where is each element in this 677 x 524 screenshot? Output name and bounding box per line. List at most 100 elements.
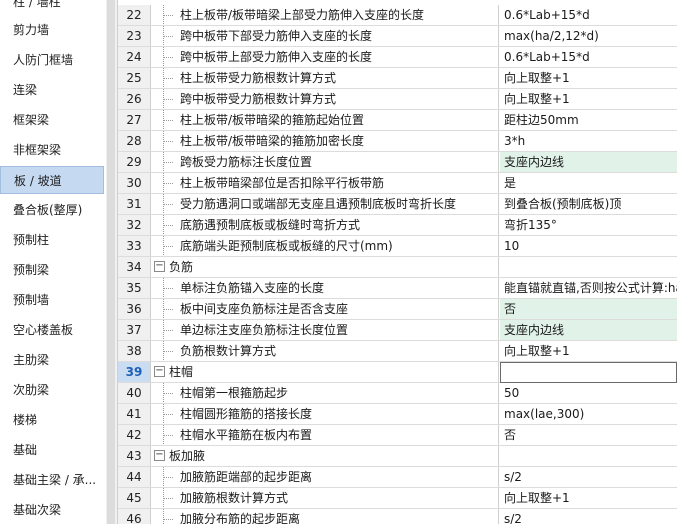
property-value-cell[interactable]: 0.6*Lab+15*d [500,5,677,25]
property-label: 跨板受力筋标注长度位置 [180,155,313,169]
table-row[interactable]: 30 柱上板带暗梁部位是否扣除平行板带筋 是 [118,173,677,194]
row-number: 30 [118,173,151,193]
tree-branch [163,99,173,101]
property-value-cell[interactable]: s/2 [500,467,677,487]
property-value-cell[interactable]: 距柱边50mm [500,110,677,130]
group-row[interactable]: 34− 负筋 [118,257,677,278]
table-row[interactable]: 26 跨中板带受力筋根数计算方式 向上取整+1 [118,89,677,110]
collapse-toggle-icon[interactable]: − [154,450,165,461]
property-label: 跨中板带受力筋根数计算方式 [180,92,337,106]
sidebar-item[interactable]: 基础主梁 / 承... [0,466,104,494]
property-value-cell[interactable]: 支座内边线 [500,320,677,340]
sidebar-item[interactable]: 基础次梁 [0,496,104,524]
tree-branch [163,204,173,206]
property-name-cell: 加腋筋根数计算方式 [151,488,499,508]
sidebar-item[interactable]: 预制梁 [0,256,104,284]
table-row[interactable]: 44 加腋筋距端部的起步距离 s/2 [118,467,677,488]
sidebar-item[interactable]: 连梁 [0,76,104,104]
table-row[interactable]: 25 柱上板带受力筋根数计算方式 向上取整+1 [118,68,677,89]
property-value-cell[interactable]: max(lae,300) [500,404,677,424]
sidebar-item[interactable]: 板 / 坡道 [0,166,104,194]
table-row[interactable]: 41 柱帽圆形箍筋的搭接长度 max(lae,300) [118,404,677,425]
row-number: 37 [118,320,151,340]
group-row[interactable]: 43− 板加腋 [118,446,677,467]
value-edit-field[interactable] [500,362,677,383]
property-value-cell[interactable] [500,446,677,466]
property-label: 加腋分布筋的起步距离 [180,512,301,524]
property-name-cell: 单边标注支座负筋标注长度位置 [151,320,499,340]
sidebar-item[interactable]: 主肋梁 [0,346,104,374]
row-number: 26 [118,89,151,109]
table-row[interactable]: 37 单边标注支座负筋标注长度位置 支座内边线 [118,320,677,341]
sidebar-item[interactable]: 叠合板(整厚) [0,196,104,224]
sidebar-item[interactable]: 楼梯 [0,406,104,434]
table-row[interactable]: 33 底筋端头距预制底板或板缝的尺寸(mm) 10 [118,236,677,257]
sidebar-item[interactable]: 非框架梁 [0,136,104,164]
tree-branch [163,477,173,479]
tree-branch [163,246,173,248]
property-value-cell[interactable]: 否 [500,299,677,319]
property-label: 加腋筋根数计算方式 [180,491,289,505]
table-row[interactable]: 38 负筋根数计算方式 向上取整+1 [118,341,677,362]
property-value-cell[interactable]: 向上取整+1 [500,68,677,88]
table-row[interactable]: 42 柱帽水平箍筋在板内布置 否 [118,425,677,446]
property-value-cell[interactable]: s/2 [500,509,677,524]
row-number: 38 [118,341,151,361]
sidebar-item[interactable]: 次肋梁 [0,376,104,404]
row-number: 29 [118,152,151,172]
property-name-cell: 柱帽圆形箍筋的搭接长度 [151,404,499,424]
property-value-cell[interactable]: 弯折135° [500,215,677,235]
sidebar-item[interactable]: 人防门框墙 [0,46,104,74]
group-name-cell: − 板加腋 [151,446,499,466]
property-value-cell[interactable]: 3*h [500,131,677,151]
property-name-cell: 柱上板带/板带暗梁的箍筋起始位置 [151,110,499,130]
property-name-cell: 柱上板带/板带暗梁上部受力筋伸入支座的长度 [151,5,499,25]
table-row[interactable]: 27 柱上板带/板带暗梁的箍筋起始位置 距柱边50mm [118,110,677,131]
property-value-cell[interactable]: max(ha/2,12*d) [500,26,677,46]
table-row[interactable]: 22 柱上板带/板带暗梁上部受力筋伸入支座的长度 0.6*Lab+15*d [118,5,677,26]
property-label: 柱上板带/板带暗梁的箍筋起始位置 [180,113,365,127]
property-value-cell[interactable]: 50 [500,383,677,403]
property-value-cell[interactable]: 否 [500,425,677,445]
property-value-cell[interactable]: 向上取整+1 [500,488,677,508]
table-row[interactable]: 35 单标注负筋锚入支座的长度 能直锚就直锚,否则按公式计算:ha [118,278,677,299]
property-value-cell[interactable]: 是 [500,173,677,193]
property-name-cell: 柱上板带暗梁部位是否扣除平行板带筋 [151,173,499,193]
table-row[interactable]: 46 加腋分布筋的起步距离 s/2 [118,509,677,524]
property-value-cell[interactable]: 0.6*Lab+15*d [500,47,677,67]
scrollbar-thumb[interactable] [107,0,115,524]
sidebar-item[interactable]: 框架梁 [0,106,104,134]
table-row[interactable]: 32 底筋遇预制底板或板缝时弯折方式 弯折135° [118,215,677,236]
property-value-cell[interactable]: 向上取整+1 [500,89,677,109]
property-value-cell[interactable] [500,257,677,277]
sidebar-item[interactable]: 剪力墙 [0,16,104,44]
property-value-cell[interactable]: 支座内边线 [500,152,677,172]
property-name-cell: 受力筋遇洞口或端部无支座且遇预制底板时弯折长度 [151,194,499,214]
sidebar-item[interactable]: 预制墙 [0,286,104,314]
sidebar-item[interactable]: 预制柱 [0,226,104,254]
property-label: 跨中板带下部受力筋伸入支座的长度 [180,29,373,43]
table-row[interactable]: 24 跨中板带上部受力筋伸入支座的长度 0.6*Lab+15*d [118,47,677,68]
table-row[interactable]: 23 跨中板带下部受力筋伸入支座的长度 max(ha/2,12*d) [118,26,677,47]
table-row[interactable]: 45 加腋筋根数计算方式 向上取整+1 [118,488,677,509]
table-row[interactable]: 29 跨板受力筋标注长度位置 支座内边线 [118,152,677,173]
property-value-cell[interactable]: 到叠合板(预制底板)顶 [500,194,677,214]
table-row[interactable]: 40 柱帽第一根箍筋起步 50 [118,383,677,404]
table-row[interactable]: 31 受力筋遇洞口或端部无支座且遇预制底板时弯折长度 到叠合板(预制底板)顶 [118,194,677,215]
group-row[interactable]: 39− 柱帽 [118,362,677,383]
tree-branch [163,288,173,290]
sidebar-scrollbar[interactable] [106,0,118,524]
collapse-toggle-icon[interactable]: − [154,261,165,272]
property-value-cell[interactable]: 能直锚就直锚,否则按公式计算:ha [500,278,677,298]
row-number: 42 [118,425,151,445]
property-value-cell[interactable]: 10 [500,236,677,256]
property-value-cell[interactable]: 向上取整+1 [500,341,677,361]
table-row[interactable]: 36 板中间支座负筋标注是否含支座 否 [118,299,677,320]
table-row[interactable]: 28 柱上板带/板带暗梁的箍筋加密长度 3*h [118,131,677,152]
sidebar-item[interactable]: 柱 / 墙柱 [0,0,104,16]
tree-branch [163,36,173,38]
property-name-cell: 跨中板带下部受力筋伸入支座的长度 [151,26,499,46]
collapse-toggle-icon[interactable]: − [154,366,165,377]
sidebar-item[interactable]: 基础 [0,436,104,464]
sidebar-item[interactable]: 空心楼盖板 [0,316,104,344]
